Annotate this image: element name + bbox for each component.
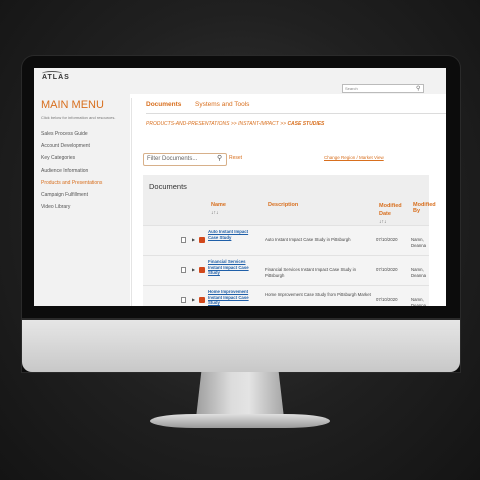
app-logo[interactable]: ATLAS bbox=[42, 74, 70, 81]
search-icon[interactable]: ⚲ bbox=[416, 85, 420, 92]
search-icon[interactable]: ⚲ bbox=[217, 154, 222, 162]
documents-title: Documents bbox=[149, 182, 187, 191]
document-icon[interactable] bbox=[181, 237, 186, 243]
sidebar-item[interactable]: Audience Information bbox=[41, 165, 102, 177]
document-name-link[interactable]: Financial Services Instant Impact Case S… bbox=[208, 259, 258, 276]
expand-arrow-icon[interactable]: ▶ bbox=[192, 297, 195, 302]
document-modified-by: Namn, Deanna bbox=[411, 237, 427, 248]
sidebar-title: MAIN MENU bbox=[41, 99, 104, 111]
document-modified-by: Namn, Deanna bbox=[411, 267, 427, 278]
document-description: Financial Services Instant Impact Case S… bbox=[265, 267, 356, 278]
breadcrumb: PRODUCTS-AND-PRESENTATIONS >> INSTANT-IM… bbox=[146, 121, 324, 127]
column-header-modified-date[interactable]: Modified Date bbox=[379, 202, 409, 218]
document-modified-date: 07/10/2020 bbox=[376, 267, 398, 272]
tab-documents[interactable]: Documents bbox=[146, 101, 181, 108]
tab-systems-and-tools[interactable]: Systems and Tools bbox=[195, 101, 249, 108]
sidebar-item[interactable]: Campaign Fulfillment bbox=[41, 189, 102, 201]
document-icon[interactable] bbox=[181, 297, 186, 303]
breadcrumb-separator: >> bbox=[280, 121, 287, 127]
sidebar-item[interactable]: Products and Presentations bbox=[41, 177, 102, 189]
column-header-modified-by[interactable]: Modified By bbox=[413, 202, 436, 214]
divider bbox=[131, 98, 132, 306]
screen: ATLAS Search ⚲ MAIN MENU Click below for… bbox=[34, 68, 446, 306]
sidebar: MAIN MENU Click below for information an… bbox=[34, 94, 130, 306]
powerpoint-icon bbox=[199, 297, 205, 303]
tab-underline bbox=[146, 113, 446, 114]
breadcrumb-current: CASE STUDIES bbox=[287, 121, 325, 127]
search-input[interactable]: Search bbox=[342, 84, 424, 93]
document-name-link[interactable]: Home Improvement Instant Impact Case Stu… bbox=[208, 289, 258, 306]
expand-arrow-icon[interactable]: ▶ bbox=[192, 237, 195, 242]
document-modified-by: Namn, Deanna bbox=[411, 297, 427, 306]
document-modified-date: 07/10/2020 bbox=[376, 237, 398, 242]
expand-arrow-icon[interactable]: ▶ bbox=[192, 267, 195, 272]
table-row[interactable]: ▶ Auto Instant Impact Case Study Auto Inst… bbox=[143, 225, 429, 255]
monitor-chin bbox=[22, 318, 460, 372]
powerpoint-icon bbox=[199, 267, 205, 273]
sidebar-item[interactable]: Sales Process Guide bbox=[41, 128, 102, 140]
monitor-stand-foot bbox=[150, 414, 330, 428]
filter-documents-input[interactable]: Filter Documents... bbox=[143, 153, 227, 166]
breadcrumb-separator: >> bbox=[230, 121, 237, 127]
sidebar-menu: Sales Process Guide Account Development Ke… bbox=[41, 128, 102, 213]
document-description: Auto Instant Impact Case Study in Pittsb… bbox=[265, 237, 351, 242]
breadcrumb-item[interactable]: PRODUCTS-AND-PRESENTATIONS bbox=[146, 121, 229, 127]
sidebar-item[interactable]: Video Library bbox=[41, 201, 102, 213]
document-icon[interactable] bbox=[181, 267, 186, 273]
column-header-description[interactable]: Description bbox=[268, 202, 298, 208]
sort-icon[interactable]: ↓↑↓ bbox=[211, 210, 219, 216]
sidebar-item[interactable]: Account Development bbox=[41, 140, 102, 152]
top-bar: ATLAS Search ⚲ bbox=[34, 68, 446, 94]
breadcrumb-item[interactable]: INSTANT-IMPACT bbox=[238, 121, 279, 127]
powerpoint-icon bbox=[199, 237, 205, 243]
monitor-stand-neck bbox=[196, 372, 284, 418]
column-header-name[interactable]: Name bbox=[211, 202, 226, 208]
reset-link[interactable]: Reset bbox=[229, 155, 242, 161]
document-name-link[interactable]: Auto Instant Impact Case Study bbox=[208, 229, 258, 240]
documents-panel: Documents Name ↓↑↓ Description Modified … bbox=[143, 175, 436, 306]
sidebar-subtitle: Click below for information and resource… bbox=[41, 115, 116, 120]
table-row[interactable]: ▶ Financial Services Instant Impact Case … bbox=[143, 255, 429, 285]
document-modified-date: 07/10/2020 bbox=[376, 297, 398, 302]
table-row[interactable]: ▶ Home Improvement Instant Impact Case St… bbox=[143, 285, 429, 306]
change-view-link[interactable]: Change Region / Market View bbox=[324, 155, 384, 160]
sidebar-item[interactable]: Key Categories bbox=[41, 152, 102, 164]
document-description: Home Improvement Case Study from Pittsbu… bbox=[265, 292, 371, 297]
